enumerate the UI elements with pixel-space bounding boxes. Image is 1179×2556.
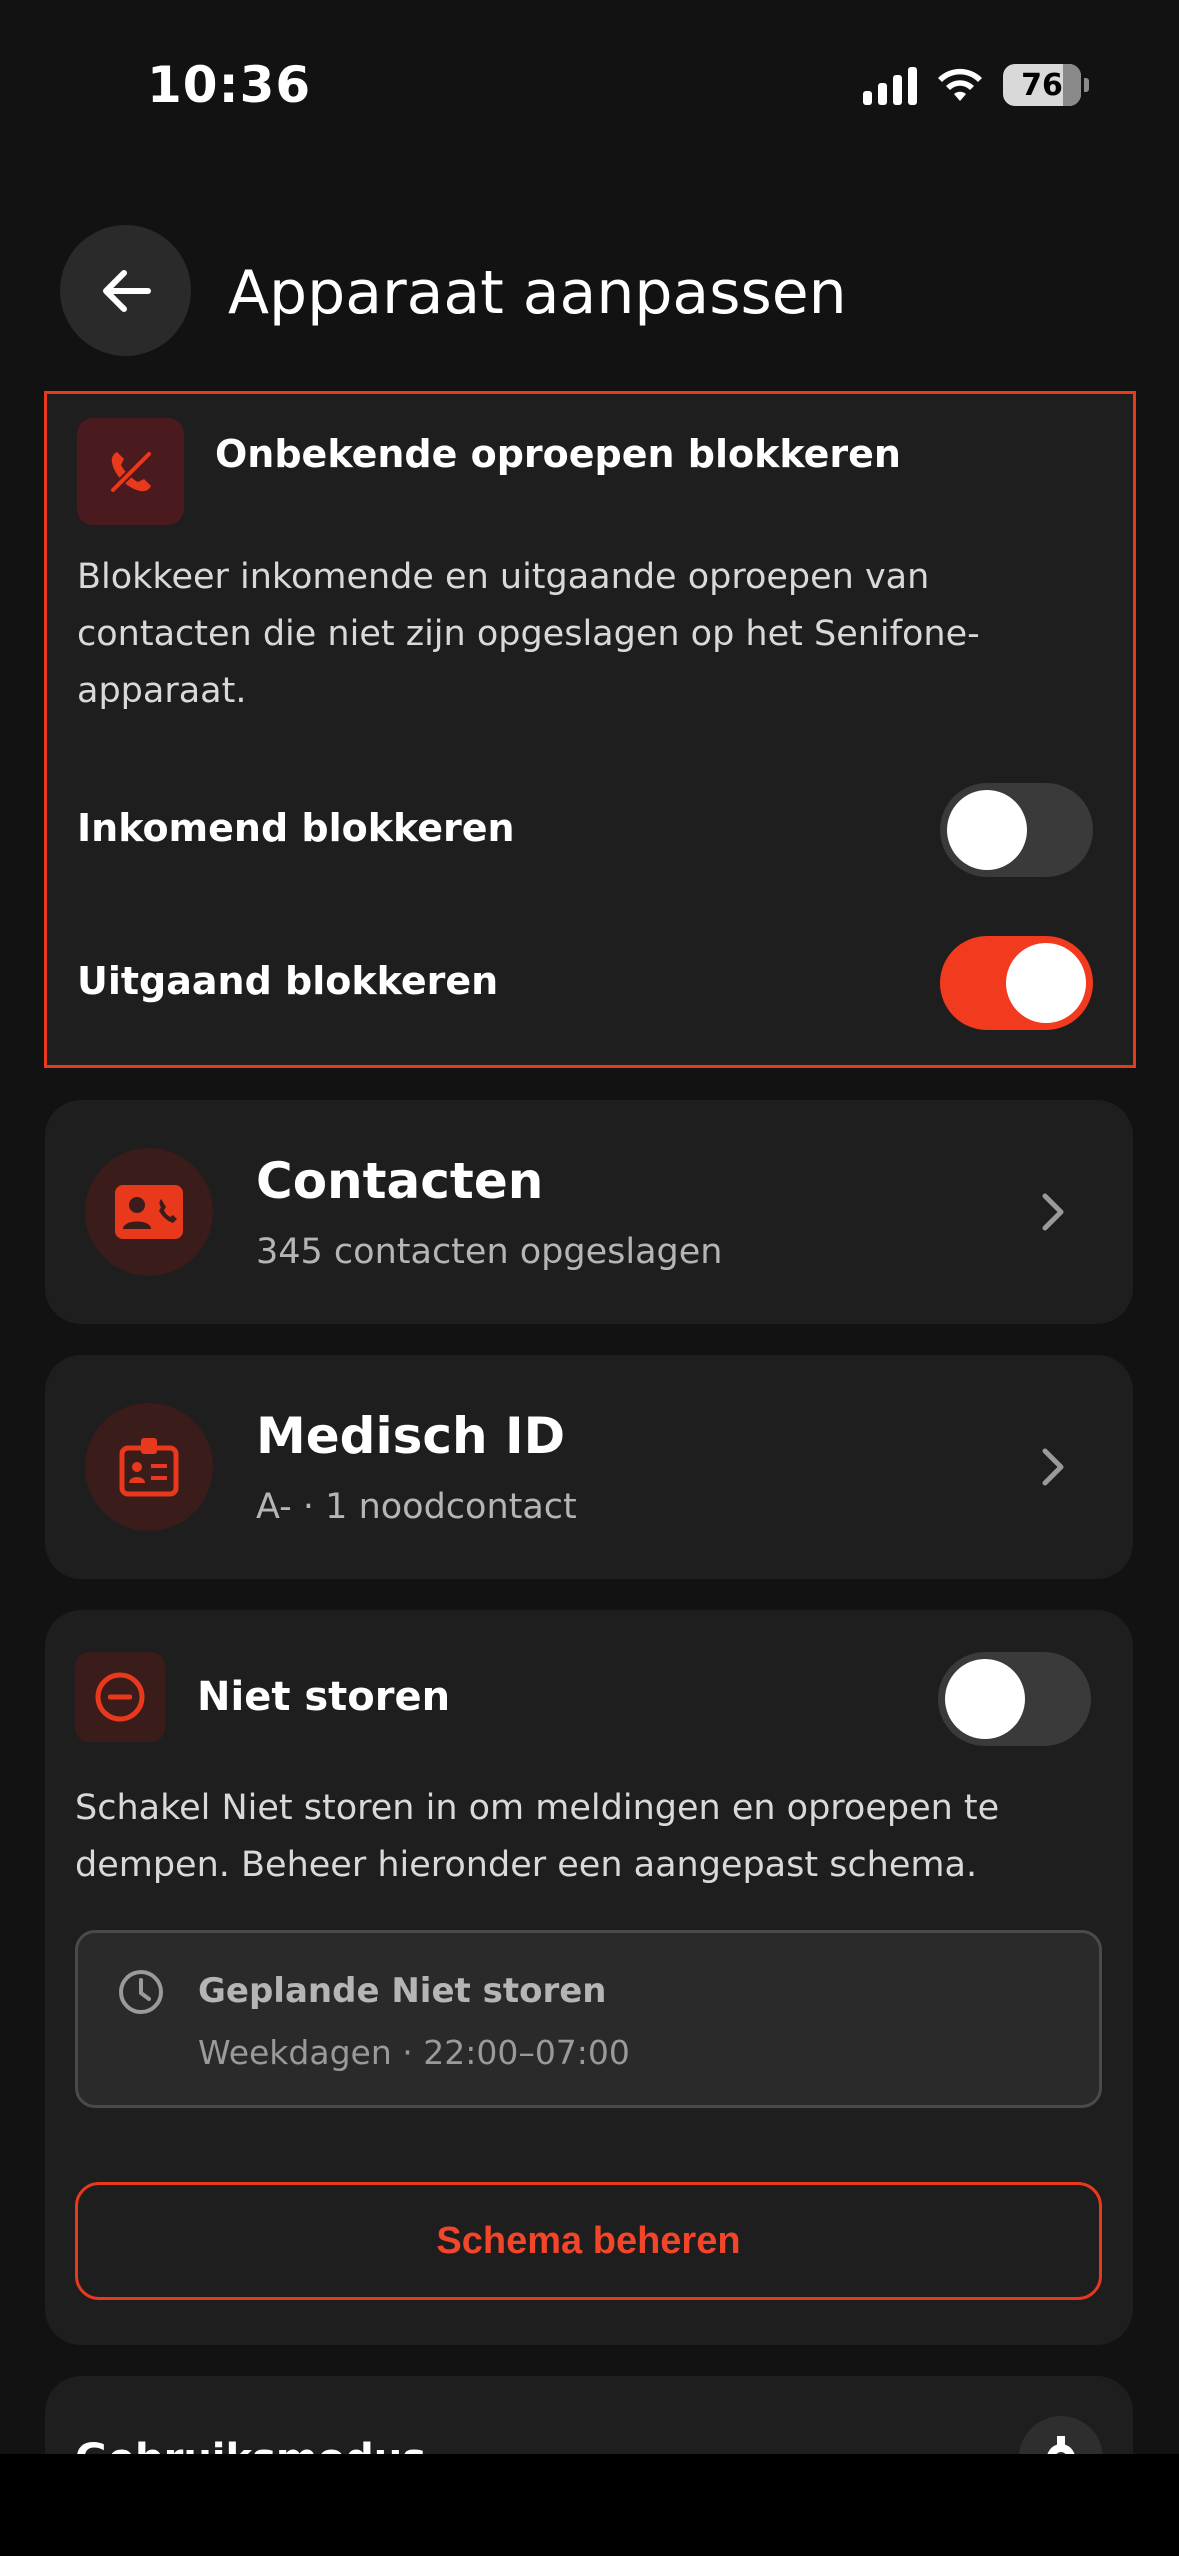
medical-id-card[interactable]: Medisch ID A- · 1 noodcontact	[45, 1355, 1133, 1579]
contact-card-icon	[85, 1148, 213, 1276]
minus-circle-icon	[75, 1652, 165, 1742]
usage-mode-card[interactable]: Gebruiksmodus	[45, 2376, 1133, 2454]
chevron-right-icon	[1033, 1447, 1073, 1487]
bottom-bar	[0, 2454, 1179, 2556]
block-unknown-calls-card: Onbekende oproepen blokkeren Blokkeer in…	[44, 391, 1136, 1068]
block-unknown-description: Blokkeer inkomende en uitgaande oproepen…	[77, 557, 980, 711]
manage-schedule-button[interactable]: Schema beheren	[75, 2182, 1102, 2300]
usage-mode-title: Gebruiksmodus	[75, 2436, 426, 2454]
scheduled-dnd-detail: Weekdagen · 22:00–07:00	[198, 2033, 630, 2072]
dnd-toggle[interactable]	[938, 1652, 1091, 1746]
wifi-icon	[938, 68, 982, 101]
status-icons: 76	[863, 64, 1089, 106]
contacts-subtitle: 345 contacten opgeslagen	[256, 1232, 723, 1272]
outgoing-block-toggle[interactable]	[940, 936, 1093, 1030]
toggle-knob	[945, 1659, 1025, 1739]
clock-icon	[119, 1970, 163, 2014]
phone-blocked-icon	[77, 418, 184, 525]
contacts-title: Contacten	[256, 1152, 544, 1210]
battery-percentage: 76	[1021, 67, 1063, 103]
id-badge-icon	[85, 1403, 213, 1531]
cellular-signal-icon	[863, 65, 917, 105]
dnd-description: Schakel Niet storen in om meldingen en o…	[75, 1788, 1000, 1885]
incoming-block-label: Inkomend blokkeren	[77, 806, 515, 850]
back-button[interactable]	[60, 225, 191, 356]
block-unknown-title: Onbekende oproepen blokkeren	[215, 432, 901, 476]
toggle-knob	[947, 790, 1027, 870]
do-not-disturb-card: Niet storen Schakel Niet storen in om me…	[45, 1610, 1133, 2345]
outgoing-block-label: Uitgaand blokkeren	[77, 959, 499, 1003]
page-title: Apparaat aanpassen	[228, 258, 847, 328]
medical-id-subtitle: A- · 1 noodcontact	[256, 1487, 577, 1527]
arrow-left-icon	[102, 269, 151, 312]
scheduled-dnd-box[interactable]: Geplande Niet storen Weekdagen · 22:00–0…	[75, 1930, 1102, 2108]
screen: 10:36 76 Apparaat aanpassen Onbekende op…	[0, 0, 1179, 2454]
incoming-block-toggle[interactable]	[940, 783, 1093, 877]
status-time: 10:36	[147, 56, 312, 114]
chevron-right-icon	[1033, 1192, 1073, 1232]
toggle-knob	[1006, 943, 1086, 1023]
medical-id-title: Medisch ID	[256, 1407, 566, 1465]
dnd-title: Niet storen	[197, 1674, 451, 1720]
contacts-card[interactable]: Contacten 345 contacten opgeslagen	[45, 1100, 1133, 1324]
gear-icon[interactable]	[1019, 2416, 1103, 2454]
battery-icon: 76	[1003, 64, 1089, 106]
scheduled-dnd-title: Geplande Niet storen	[198, 1971, 607, 2011]
